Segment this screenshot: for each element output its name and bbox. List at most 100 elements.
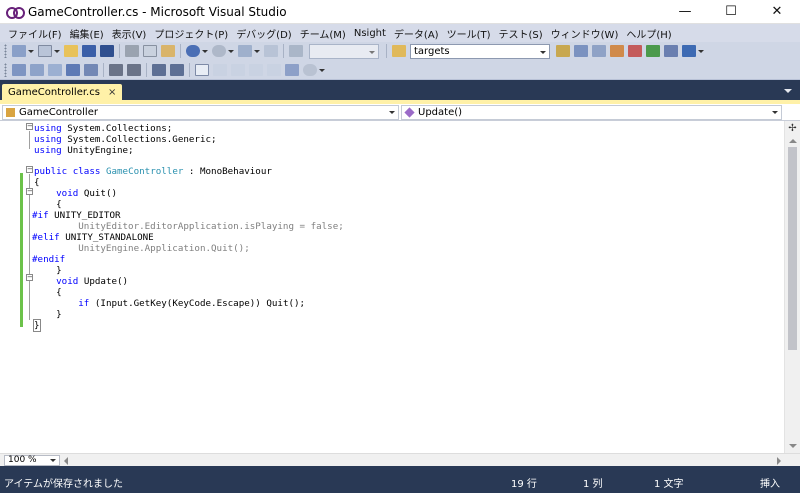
solution-explorer-icon[interactable] [574, 45, 588, 57]
toggle-bookmark-icon[interactable] [195, 63, 209, 76]
menu-view[interactable]: 表示(V) [108, 26, 151, 41]
undo-icon[interactable] [186, 45, 200, 57]
members-combo[interactable]: Update() [401, 105, 782, 120]
keyword-token: public class [34, 166, 101, 177]
menu-project[interactable]: プロジェクト(P) [150, 26, 232, 41]
find-icon[interactable] [556, 45, 570, 57]
object-member-list-icon[interactable] [12, 63, 26, 76]
find-in-files-icon[interactable] [392, 45, 406, 57]
scroll-down-icon[interactable] [789, 444, 797, 448]
zoom-combo[interactable]: 100 % [4, 455, 60, 466]
parameter-info-icon[interactable] [30, 63, 44, 76]
collapse-icon[interactable]: − [26, 274, 33, 281]
horizontal-scrollbar[interactable]: 100 % [0, 453, 800, 466]
menu-help[interactable]: ヘルプ(H) [622, 26, 675, 41]
active-files-dropdown-icon[interactable] [784, 89, 792, 93]
minimize-button[interactable]: — [662, 0, 708, 24]
new-project-icon[interactable] [12, 45, 26, 57]
code-text: Quit() [78, 188, 118, 199]
menu-edit[interactable]: 編集(E) [66, 26, 108, 41]
menu-test[interactable]: テスト(S) [495, 26, 547, 41]
navigate-forward-icon[interactable] [264, 45, 278, 57]
collapse-icon[interactable]: − [26, 123, 33, 130]
keyword-token: void [56, 276, 79, 287]
menu-window[interactable]: ウィンドウ(W) [547, 26, 623, 41]
find-combo[interactable]: targets [410, 43, 550, 59]
previous-bookmark-icon[interactable] [213, 63, 227, 76]
menu-tools[interactable]: ツール(T) [443, 26, 495, 41]
properties-icon[interactable] [592, 45, 606, 57]
open-folder-icon[interactable] [64, 45, 78, 57]
code-text: System.Collections.Generic; [61, 134, 217, 145]
complete-word-icon[interactable] [66, 63, 80, 76]
title-bar: GameController.cs - Microsoft Visual Stu… [0, 0, 800, 24]
start-debugging-icon[interactable] [289, 45, 303, 57]
undo-dropdown-icon[interactable] [202, 45, 208, 57]
scroll-right-icon[interactable] [777, 457, 781, 465]
types-combo[interactable]: GameController [2, 105, 399, 120]
display-word-list-icon[interactable] [84, 63, 98, 76]
start-page-icon[interactable] [646, 45, 660, 57]
clear-bookmarks-icon[interactable] [285, 63, 299, 76]
class-icon [6, 108, 15, 117]
add-item-dropdown-icon[interactable] [54, 45, 60, 57]
class-view-icon[interactable] [664, 45, 678, 57]
toolbox-icon[interactable] [628, 45, 642, 57]
paste-icon[interactable] [161, 45, 175, 57]
copy-icon[interactable] [143, 45, 157, 57]
menu-file[interactable]: ファイル(F) [4, 26, 66, 41]
add-item-icon[interactable] [38, 45, 52, 57]
collapse-icon[interactable]: − [26, 188, 33, 195]
solution-configuration-combo[interactable] [309, 43, 379, 59]
toolbar-options-dropdown-icon[interactable] [319, 64, 325, 76]
decrease-indent-icon[interactable] [109, 63, 123, 76]
code-editor[interactable]: − − − − using System.Collections; using … [0, 121, 784, 453]
extension-manager-icon[interactable] [682, 45, 696, 57]
toolbar-grip[interactable] [4, 62, 7, 77]
new-project-dropdown-icon[interactable] [28, 45, 34, 57]
split-handle-icon[interactable]: ✢ [787, 123, 798, 134]
toolbar-grip[interactable] [4, 44, 7, 58]
scroll-thumb[interactable] [788, 147, 797, 350]
save-all-icon[interactable] [100, 45, 114, 57]
menu-nsight[interactable]: Nsight [350, 28, 390, 39]
comment-out-icon[interactable] [152, 63, 166, 76]
code-line-15: void Update() [34, 276, 128, 287]
uncomment-icon[interactable] [170, 63, 184, 76]
increase-indent-icon[interactable] [127, 63, 141, 76]
find-symbol-icon[interactable] [303, 63, 317, 76]
tab-close-icon[interactable]: × [108, 87, 116, 98]
status-bar: アイテムが保存されました 19 行 1 列 1 文字 挿入 [0, 466, 800, 493]
previous-bookmark-in-folder-icon[interactable] [249, 63, 263, 76]
toolbar-options-dropdown-icon[interactable] [698, 45, 704, 57]
code-line-11: #elif UNITY_STANDALONE [32, 232, 154, 243]
code-line-1: using System.Collections; [34, 123, 172, 134]
object-browser-icon[interactable] [610, 45, 624, 57]
code-text: System.Collections; [61, 123, 173, 134]
code-text: : MonoBehaviour [183, 166, 272, 177]
redo-dropdown-icon[interactable] [228, 45, 234, 57]
scroll-up-icon[interactable] [789, 139, 797, 143]
zoom-value: 100 % [8, 455, 37, 465]
maximize-button[interactable]: ☐ [708, 0, 754, 24]
next-bookmark-in-folder-icon[interactable] [267, 63, 281, 76]
scroll-left-icon[interactable] [64, 457, 68, 465]
document-tab-strip: GameController.cs × [0, 81, 800, 101]
vertical-scrollbar[interactable]: ✢ [784, 121, 800, 453]
code-text: Update() [78, 276, 129, 287]
cut-icon[interactable] [125, 45, 139, 57]
save-icon[interactable] [82, 45, 96, 57]
menu-debug[interactable]: デバッグ(D) [232, 26, 296, 41]
collapse-icon[interactable]: − [26, 166, 33, 173]
toolbar-separator [119, 44, 120, 58]
redo-icon[interactable] [212, 45, 226, 57]
navigate-backward-icon[interactable] [238, 45, 252, 57]
menu-team[interactable]: チーム(M) [296, 26, 350, 41]
quick-info-icon[interactable] [48, 63, 62, 76]
tab-gamecontroller-cs[interactable]: GameController.cs × [2, 84, 123, 101]
navigate-dropdown-icon[interactable] [254, 45, 260, 57]
close-button[interactable]: ✕ [754, 0, 800, 24]
next-bookmark-icon[interactable] [231, 63, 245, 76]
menu-data[interactable]: データ(A) [390, 26, 443, 41]
code-text: UnityEngine; [61, 145, 134, 156]
